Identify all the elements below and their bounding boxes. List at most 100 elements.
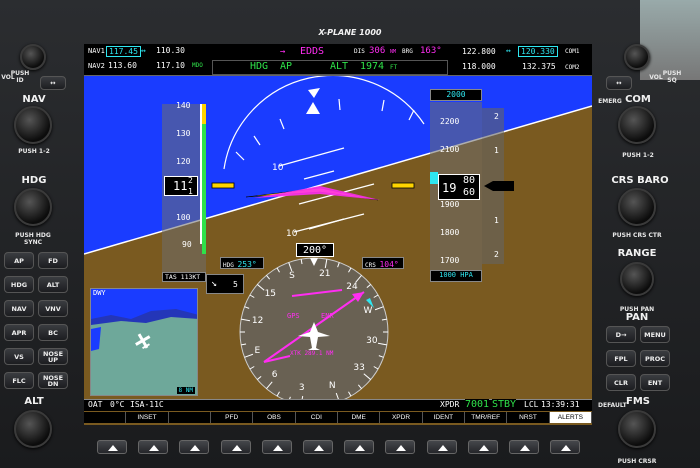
softkey-obs[interactable]: OBS [253,412,296,423]
softkey-cdi[interactable]: CDI [296,412,338,423]
com2-active[interactable]: 132.375 [522,62,556,71]
nav-volume-knob[interactable] [20,44,46,70]
hsi-cardinal-label: 24 [346,281,358,292]
ap-hdg-button[interactable]: HDG [4,276,34,293]
com1-standby[interactable]: 122.800 [462,47,496,56]
ap-alt-unit: FT [390,64,398,71]
xpdr-code[interactable]: 7001 [465,399,490,410]
baro-setting[interactable]: 1000 HPA [430,270,482,282]
inset-map-terrain [91,309,197,395]
softkey-hardware-button[interactable] [97,440,127,454]
softkey-hardware-button[interactable] [385,440,416,454]
com-push-label: PUSH 1-2 [622,152,654,159]
hsi-cardinal-label: 15 [264,288,277,299]
vnv-button[interactable]: VNV [38,300,68,317]
softkey-xpdr[interactable]: XPDR [380,412,423,423]
nav1-active[interactable]: 117.45 [106,46,141,57]
inset-map-label: DWY [93,289,106,297]
softkey-hardware-button[interactable] [344,440,375,454]
com-volume-knob[interactable] [624,44,650,70]
alt-knob[interactable] [14,410,52,448]
softkey-hardware-button[interactable] [509,440,539,454]
fms-label: FMS [626,396,650,407]
ap-nav-button[interactable]: NAV [4,300,34,317]
oat-label: OAT [88,400,103,409]
ap-alt-value: 1974 [360,61,385,72]
push-sq-label: PUSH SQ [662,70,682,84]
com2-label: COM2 [565,64,580,71]
brg-value: 163° [420,46,442,56]
proc-button[interactable]: PROC [640,350,670,367]
flc-button[interactable]: FLC [4,372,34,389]
menu-button[interactable]: MENU [640,326,670,343]
ent-button[interactable]: ENT [640,374,670,391]
com-knob[interactable] [618,106,656,144]
com1-label: COM1 [565,48,580,55]
airspeed-tick-100: 100 [176,213,191,222]
softkey-hardware-button[interactable] [179,440,210,454]
altitude-main: 19 [442,181,457,195]
nose-dn-button[interactable]: NOSE DN [38,372,68,389]
range-joystick[interactable] [620,262,654,296]
heading-readout: 200° [296,243,334,257]
softkey-ident[interactable]: IDENT [423,412,465,423]
inset-map[interactable]: DWY 8 NM [90,288,198,396]
softkey-hardware-button[interactable] [220,440,251,454]
softkey-hardware-button[interactable] [467,440,498,454]
bc-button[interactable]: BC [38,324,68,341]
softkey-hardware-button[interactable] [426,440,457,454]
alt-tick-2200: 2200 [440,117,460,126]
com-swap-button[interactable]: ↔ [606,76,632,90]
softkey-blank-0[interactable] [84,412,127,423]
dis-value: 306 [369,46,386,56]
softkey-hardware-button[interactable] [261,440,292,454]
nav-knob[interactable] [14,106,52,144]
softkey-inset[interactable]: INSET [126,412,169,423]
fms-knob[interactable] [618,410,656,448]
clr-button[interactable]: CLR [606,374,636,391]
vsi-tick-2-down: 2 [494,250,499,259]
apr-button[interactable]: APR [4,324,34,341]
com1-active[interactable]: 120.330 [518,46,558,57]
wind-speed: 5 [233,280,238,289]
softkey-hardware-button[interactable] [550,440,581,454]
softkey-hardware-button[interactable] [138,440,169,454]
hsi-cardinal-label: S [289,271,295,282]
nav2-standby[interactable]: 117.10 [156,61,185,70]
direct-to-button[interactable]: D→ [606,326,636,343]
ap-button[interactable]: AP [4,252,34,269]
hdg-bug-box[interactable]: HDG 253° [220,257,264,269]
softkey-hardware-button[interactable] [303,440,333,454]
fpl-button[interactable]: FPL [606,350,636,367]
crs-box[interactable]: CRS 104° [362,257,404,269]
alt-tick-1700: 1700 [440,256,460,265]
nose-up-button[interactable]: NOSE UP [38,348,68,365]
ap-engaged: AP [280,61,293,72]
alt-tick-1900: 1900 [440,200,460,209]
hdg-knob[interactable] [14,188,52,226]
ap-alt-button[interactable]: ALT [38,276,68,293]
swap-icon: ↔ [616,79,622,87]
airspeed-main: 11 [173,179,188,193]
softkey-tmr-ref[interactable]: TMR/REF [465,412,508,423]
fd-button[interactable]: FD [38,252,68,269]
nav2-label: NAV2 [88,62,105,70]
softkey-dme[interactable]: DME [338,412,381,423]
dis-unit: NM [390,49,397,55]
vs-button[interactable]: VS [4,348,34,365]
softkey-alerts[interactable]: ALERTS [549,412,592,423]
nav-swap-button[interactable]: ↔ [40,76,66,90]
hsi-cardinal-label: 6 [271,370,278,381]
hsi-cardinal-label: N [328,380,336,391]
com2-standby[interactable]: 118.000 [462,62,496,71]
map-range: 8 NM [176,387,195,394]
softkey-blank-2[interactable] [169,412,211,423]
nav1-standby[interactable]: 110.30 [156,46,185,55]
crs-baro-knob[interactable] [618,188,656,226]
range-label: RANGE [617,248,657,259]
softkey-nrst[interactable]: NRST [507,412,550,423]
airspeed-readout: 11 2 1 [164,176,198,196]
softkey-pfd[interactable]: PFD [211,412,254,423]
nav2-active[interactable]: 113.60 [108,61,137,70]
airspeed-tick-130: 130 [176,129,191,138]
